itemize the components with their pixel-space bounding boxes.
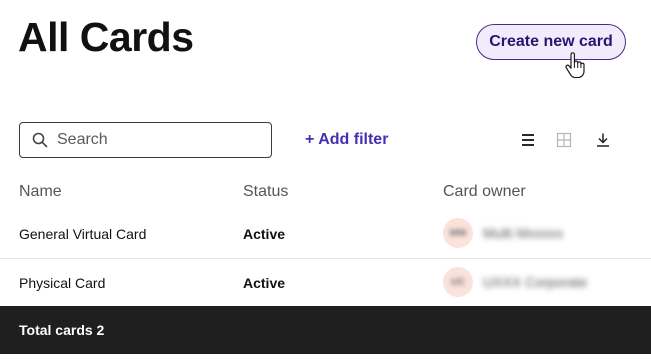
column-header-status[interactable]: Status <box>243 183 288 201</box>
card-status: Active <box>243 275 286 291</box>
create-new-card-button[interactable]: Create new card <box>476 24 626 60</box>
card-name: General Virtual Card <box>19 226 147 242</box>
avatar-initials: MM <box>449 227 467 239</box>
search-input[interactable] <box>57 131 247 149</box>
total-cards-count: Total cards 2 <box>19 322 105 338</box>
table-row[interactable]: General Virtual Card Active MM Multi Mxx… <box>0 210 651 258</box>
column-header-card-owner[interactable]: Card owner <box>443 183 526 201</box>
card-owner: UC UXXX Corporate <box>443 267 587 297</box>
search-box[interactable] <box>19 122 272 158</box>
table-footer: Total cards 2 <box>0 306 651 354</box>
list-view-icon[interactable] <box>518 130 538 150</box>
grid-view-icon[interactable] <box>554 130 574 150</box>
card-status: Active <box>243 226 286 242</box>
column-header-name[interactable]: Name <box>19 183 62 201</box>
card-owner: MM Multi Mxxxxx <box>443 218 563 248</box>
table-row[interactable]: Physical Card Active UC UXXX Corporate <box>0 258 651 306</box>
hand-cursor-icon <box>565 52 585 78</box>
search-icon <box>32 132 48 148</box>
card-name: Physical Card <box>19 275 106 291</box>
owner-name: UXXX Corporate <box>483 274 588 290</box>
avatar-initials: UC <box>450 276 466 288</box>
add-filter-button[interactable]: + Add filter <box>305 131 388 149</box>
owner-name: Multi Mxxxxx <box>483 225 564 241</box>
download-icon[interactable] <box>593 130 613 150</box>
avatar: UC <box>443 267 473 297</box>
page-title: All Cards <box>18 14 194 60</box>
avatar: MM <box>443 218 473 248</box>
